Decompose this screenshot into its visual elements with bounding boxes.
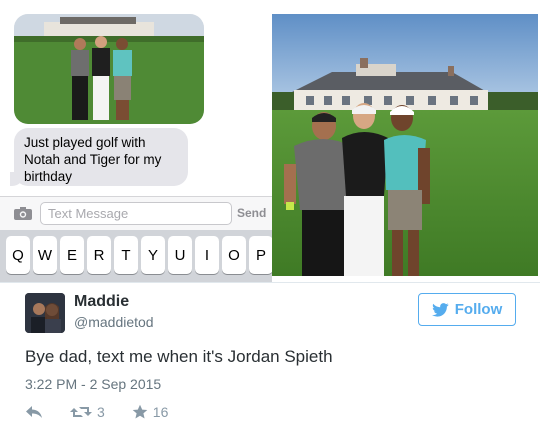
- tweet-timestamp[interactable]: 3:22 PM - 2 Sep 2015: [25, 376, 161, 392]
- follow-button[interactable]: Follow: [418, 293, 516, 326]
- key-w[interactable]: W: [33, 236, 57, 274]
- user-name[interactable]: Maddie: [74, 293, 129, 311]
- photo-message: [14, 14, 204, 124]
- favorite-count: 16: [152, 404, 169, 420]
- key-u[interactable]: U: [168, 236, 192, 274]
- tweet-text: Bye dad, text me when it's Jordan Spieth: [25, 347, 333, 366]
- golf-photo[interactable]: [272, 14, 538, 276]
- text-message-input[interactable]: [40, 202, 232, 225]
- camera-icon[interactable]: [14, 207, 32, 220]
- key-q[interactable]: Q: [6, 236, 30, 274]
- tweet-actions: 3 16: [25, 404, 195, 420]
- tweet-card: Maddie @maddietod Follow Bye dad, text m…: [0, 282, 540, 443]
- user-handle[interactable]: @maddietod: [74, 314, 154, 330]
- compose-bar: Send: [0, 196, 272, 230]
- keyboard: Q W E R T Y U I O P: [0, 230, 273, 282]
- reply-icon: [26, 406, 42, 418]
- key-y[interactable]: Y: [141, 236, 165, 274]
- star-icon: [132, 404, 148, 419]
- avatar[interactable]: [25, 293, 65, 333]
- key-r[interactable]: R: [87, 236, 111, 274]
- twitter-bird-icon: [431, 302, 449, 317]
- sms-screenshot: Just played golf with Notah and Tiger fo…: [0, 0, 273, 282]
- key-o[interactable]: O: [222, 236, 246, 274]
- received-message-bubble: Just played golf with Notah and Tiger fo…: [10, 128, 188, 186]
- key-t[interactable]: T: [114, 236, 138, 274]
- follow-label: Follow: [454, 301, 503, 318]
- retweet-count: 3: [97, 404, 105, 420]
- keyboard-row-top: Q W E R T Y U I O P: [6, 236, 273, 274]
- tweet-media[interactable]: Just played golf with Notah and Tiger fo…: [0, 0, 540, 282]
- favorite-action[interactable]: 16: [132, 404, 169, 420]
- message-text: Just played golf with Notah and Tiger fo…: [24, 135, 162, 184]
- send-button[interactable]: Send: [237, 206, 266, 220]
- retweet-action[interactable]: 3: [70, 404, 105, 420]
- key-p[interactable]: P: [249, 236, 273, 274]
- retweet-icon: [70, 407, 92, 417]
- reply-action[interactable]: [25, 405, 43, 419]
- key-i[interactable]: I: [195, 236, 219, 274]
- key-e[interactable]: E: [60, 236, 84, 274]
